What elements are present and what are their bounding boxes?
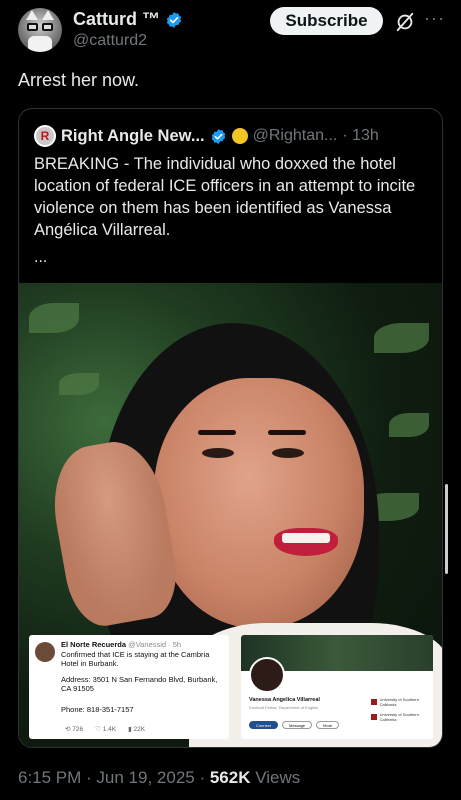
- quoted-tweet-time: · 13h: [342, 127, 379, 144]
- author-name[interactable]: Catturd ™: [73, 9, 160, 30]
- avatar-body: [28, 36, 52, 52]
- quoted-author-name: Right Angle New...: [61, 126, 205, 145]
- embedded-likes: ♡ 1.4K: [95, 726, 117, 733]
- retweet-count: 726: [72, 726, 84, 733]
- quoted-tweet-ellipsis: ...: [34, 249, 48, 266]
- embedded-text-line: Confirmed that ICE is staying at the Cam…: [61, 650, 210, 668]
- affiliate-badge-icon: [231, 128, 248, 144]
- subscribe-button[interactable]: Subscribe: [270, 7, 383, 35]
- brow-left: [198, 430, 236, 435]
- embedded-retweets: ⟲ 726: [65, 726, 84, 733]
- embedded-author-handle: @Vanessid · 5h: [128, 640, 182, 649]
- school-logo-icon: [371, 714, 377, 720]
- more-icon[interactable]: ···: [424, 8, 444, 28]
- quoted-tweet-photo[interactable]: El Norte Recuerda @Vanessid · 5h Confirm…: [19, 283, 442, 747]
- school-name: University of Southern California: [379, 712, 419, 722]
- avatar-ear-right: [42, 10, 54, 20]
- leaf: [29, 303, 79, 333]
- leaf: [59, 373, 99, 395]
- profile-message-button: Message: [281, 721, 313, 729]
- embedded-phone: Phone: 818-351-7157: [61, 705, 134, 714]
- quoted-author-handle: @Rightan...: [252, 127, 338, 144]
- school-logo-icon: [371, 699, 377, 705]
- grok-icon[interactable]: [394, 11, 416, 33]
- quoted-tweet-header: R Right Angle New... @Rightan... · 13h: [34, 125, 379, 147]
- quoted-tweet-text: BREAKING - The individual who doxxed the…: [34, 155, 416, 239]
- education-row: University of Southern California: [371, 712, 433, 722]
- quoted-author-logo: R: [34, 125, 56, 147]
- profile-name: Vanessa Angelica Villarreal: [249, 697, 320, 703]
- avatar-glasses: [27, 23, 53, 31]
- tweet-header: Catturd ™ @catturd2 Subscribe ···: [0, 0, 461, 60]
- verified-badge-icon: [166, 11, 182, 28]
- embedded-profile-screenshot: Vanessa Angelica Villarreal Doctoral Fel…: [241, 635, 433, 739]
- avatar-ear-left: [26, 10, 38, 20]
- person-face: [154, 378, 364, 628]
- brow-right: [268, 430, 306, 435]
- mouth: [274, 528, 338, 556]
- author-handle[interactable]: @catturd2: [73, 32, 147, 50]
- embedded-avatar: [35, 642, 55, 662]
- profile-buttons: Connect Message More: [249, 721, 340, 729]
- like-count: 1.4K: [102, 726, 117, 733]
- leaf: [374, 323, 429, 353]
- view-count: 22K: [133, 726, 146, 733]
- education-row: University of Southern California: [371, 697, 433, 707]
- tweet-text: Arrest her now.: [18, 70, 140, 90]
- profile-education: University of Southern California Univer…: [371, 697, 433, 727]
- school-name: University of Southern California: [379, 697, 419, 707]
- teeth: [282, 533, 330, 543]
- glasses-right: [42, 23, 53, 31]
- eye-left: [202, 448, 234, 458]
- glasses-left: [27, 23, 38, 31]
- embedded-tweet-screenshot: El Norte Recuerda @Vanessid · 5h Confirm…: [29, 635, 229, 739]
- profile-more-button: More: [316, 721, 340, 729]
- tweet-timestamp[interactable]: 6:15 PM · Jun 19, 2025 ·: [18, 768, 210, 787]
- profile-subtitle: Doctoral Fellow, Department of English: [249, 705, 319, 710]
- views-count: 562K: [209, 768, 251, 787]
- embedded-stats: ⟲ 726 ♡ 1.4K ▮ 22K: [65, 725, 145, 733]
- leaf: [389, 413, 429, 437]
- views-label: Views: [250, 768, 301, 787]
- embedded-address: Address: 3501 N San Fernando Blvd, Burba…: [61, 675, 218, 693]
- scrollbar[interactable]: [445, 484, 448, 574]
- embedded-author-name: El Norte Recuerda: [61, 640, 127, 649]
- avatar[interactable]: [18, 8, 62, 52]
- verified-badge-icon: [211, 128, 225, 144]
- profile-connect-button: Connect: [249, 721, 278, 729]
- quoted-tweet[interactable]: R Right Angle New... @Rightan... · 13h B…: [18, 108, 443, 748]
- embedded-views: ▮ 22K: [128, 726, 146, 733]
- embedded-author: El Norte Recuerda @Vanessid · 5h: [61, 640, 181, 649]
- tweet-meta: 6:15 PM · Jun 19, 2025 · 562K Views: [18, 768, 300, 788]
- profile-avatar: [249, 657, 285, 693]
- author-name-row[interactable]: Catturd ™: [73, 9, 183, 30]
- eye-right: [272, 448, 304, 458]
